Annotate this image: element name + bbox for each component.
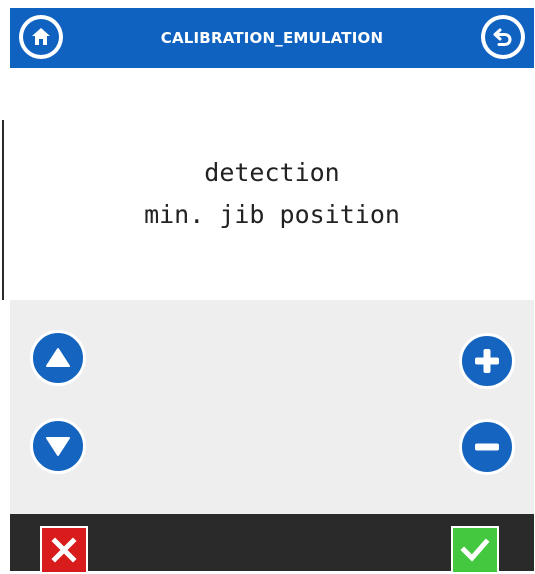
back-button-inner [485, 19, 521, 55]
footer-bar [10, 514, 534, 574]
header-bar: CALIBRATION_EMULATION [10, 8, 534, 68]
page-title: CALIBRATION_EMULATION [160, 29, 384, 47]
minus-button[interactable] [459, 419, 515, 475]
confirm-button[interactable] [451, 526, 499, 574]
minus-icon [475, 443, 499, 451]
back-arrow-icon [493, 28, 512, 46]
up-button[interactable] [30, 330, 86, 386]
controls-panel [10, 300, 534, 514]
back-button[interactable] [481, 15, 525, 59]
window-edge-line [2, 120, 4, 300]
window-edge [0, 0, 10, 571]
arrow-up-icon [46, 348, 70, 367]
down-button[interactable] [30, 418, 86, 474]
close-icon [51, 537, 77, 563]
message-text: detection min. jib position [10, 152, 534, 236]
message-line-2: min. jib position [144, 200, 400, 229]
home-button[interactable] [19, 15, 63, 59]
cancel-button[interactable] [40, 526, 88, 574]
checkmark-icon [460, 538, 490, 562]
home-icon [32, 28, 50, 45]
calibration-screen: CALIBRATION_EMULATION detection min. jib… [10, 8, 534, 574]
arrow-down-icon [46, 437, 70, 456]
plus-button[interactable] [459, 333, 515, 389]
plus-icon [475, 349, 499, 373]
home-button-inner [23, 19, 59, 55]
message-line-1: detection [204, 158, 340, 187]
message-panel: detection min. jib position [10, 68, 534, 300]
